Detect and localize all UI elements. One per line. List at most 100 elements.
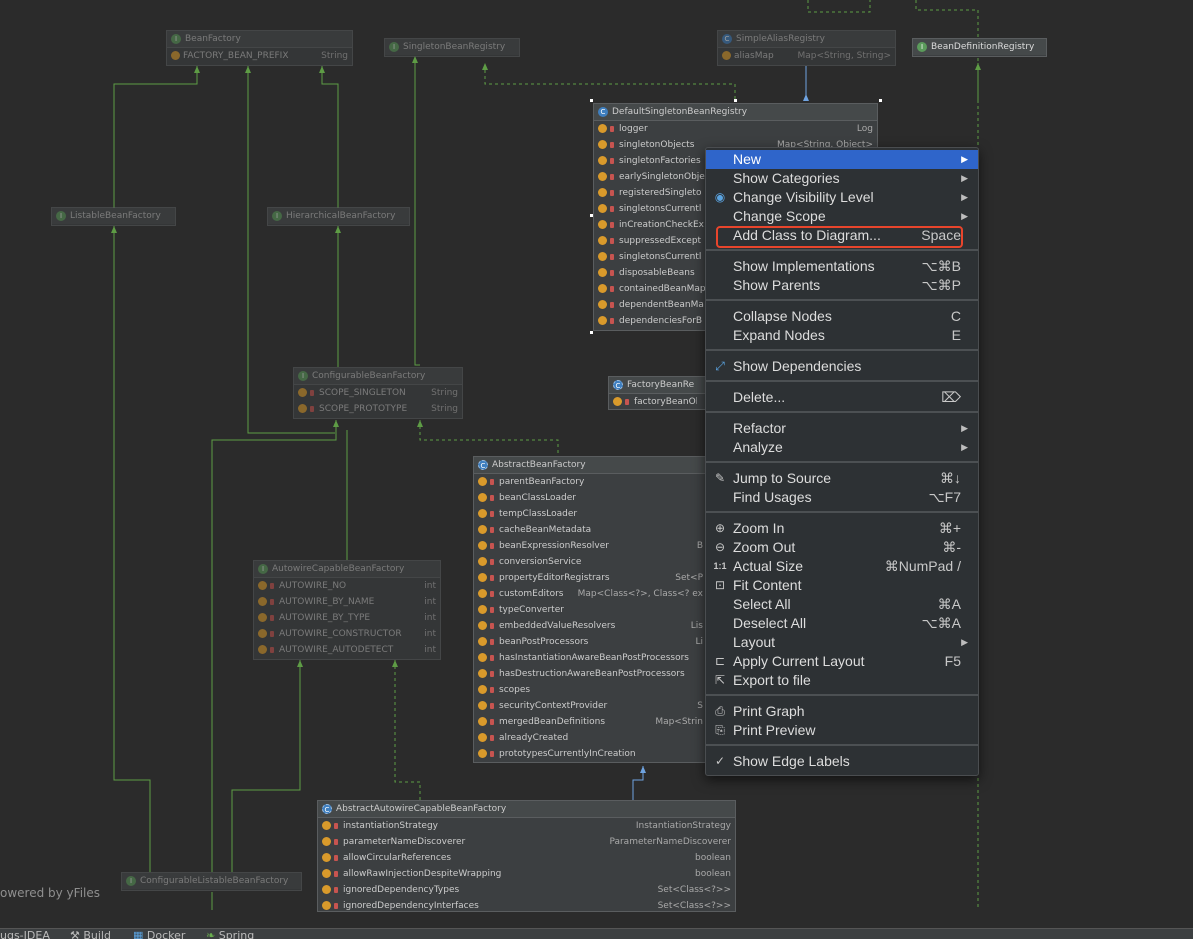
- field-row[interactable]: logger Log: [594, 121, 877, 137]
- menu-item-show-edge-labels[interactable]: ✓ Show Edge Labels: [706, 752, 978, 771]
- field-row[interactable]: mergedBeanDefinitions Map<Strin: [474, 714, 707, 730]
- menu-item-delete[interactable]: Delete... ⌦: [706, 388, 978, 407]
- diagram-canvas[interactable]: I BeanFactory FACTORY_BEAN_PREFIX String I…: [0, 0, 1193, 928]
- field-name: AUTOWIRE_AUTODETECT: [279, 645, 394, 655]
- field-icon: [478, 589, 487, 598]
- field-row[interactable]: SCOPE_PROTOTYPE String: [294, 401, 462, 417]
- field-row[interactable]: beanPostProcessors Li: [474, 634, 707, 650]
- menu-item-fit-content[interactable]: ⊡ Fit Content: [706, 576, 978, 595]
- private-lock-icon: [490, 655, 494, 661]
- node-bean-factory[interactable]: I BeanFactory FACTORY_BEAN_PREFIX String: [166, 30, 353, 66]
- menu-item-zoom-in[interactable]: ⊕ Zoom In ⌘+: [706, 519, 978, 538]
- context-menu[interactable]: New ▶ Show Categories ▶ ◉ Change Visibility L…: [705, 147, 979, 776]
- field-row[interactable]: AUTOWIRE_AUTODETECT int: [254, 642, 440, 658]
- node-configurable-listable-bean-factory[interactable]: I ConfigurableListableBeanFactory: [121, 872, 302, 891]
- field-row[interactable]: cacheBeanMetadata: [474, 522, 707, 538]
- menu-item-expand-nodes[interactable]: Expand Nodes E: [706, 326, 978, 345]
- menu-item-print-graph[interactable]: ⎙ Print Graph: [706, 702, 978, 721]
- field-icon: [258, 613, 267, 622]
- selection-handle[interactable]: [590, 99, 593, 102]
- field-row[interactable]: parentBeanFactory: [474, 474, 707, 490]
- menu-item-actual-size[interactable]: 1:1 Actual Size ⌘NumPad /: [706, 557, 978, 576]
- menu-item-show-categories[interactable]: Show Categories ▶: [706, 169, 978, 188]
- field-row[interactable]: AUTOWIRE_BY_TYPE int: [254, 610, 440, 626]
- field-row[interactable]: beanExpressionResolver B: [474, 538, 707, 554]
- menu-item-show-implementations[interactable]: Show Implementations ⌥⌘B: [706, 257, 978, 276]
- node-configurable-bean-factory[interactable]: I ConfigurableBeanFactory SCOPE_SINGLETON…: [293, 367, 463, 419]
- field-name: conversionService: [499, 557, 582, 567]
- menu-item-deselect-all[interactable]: Deselect All ⌥⌘A: [706, 614, 978, 633]
- menu-item-select-all[interactable]: Select All ⌘A: [706, 595, 978, 614]
- menu-item-zoom-out[interactable]: ⊖ Zoom Out ⌘-: [706, 538, 978, 557]
- menu-item-shortcut: E: [951, 327, 961, 343]
- menu-item-show-dependencies[interactable]: ⤢ Show Dependencies: [706, 357, 978, 376]
- menu-item-new[interactable]: New ▶: [706, 150, 978, 169]
- private-lock-icon: [490, 511, 494, 517]
- field-icon: [478, 637, 487, 646]
- node-abstract-autowire-capable-bean-factory[interactable]: C AbstractAutowireCapableBeanFactory inst…: [317, 800, 736, 912]
- export-icon: ⇱: [714, 673, 726, 687]
- menu-item-change-visibility-level[interactable]: ◉ Change Visibility Level ▶: [706, 188, 978, 207]
- field-row[interactable]: hasDestructionAwareBeanPostProcessors: [474, 666, 707, 682]
- node-hierarchical-bean-factory[interactable]: I HierarchicalBeanFactory: [267, 207, 410, 226]
- pencil-icon: ✎: [714, 471, 726, 485]
- field-icon: [478, 493, 487, 502]
- node-bean-definition-registry[interactable]: I BeanDefinitionRegistry: [912, 38, 1047, 57]
- field-row[interactable]: hasInstantiationAwareBeanPostProcessors: [474, 650, 707, 666]
- menu-item-print-preview[interactable]: ⎘ Print Preview: [706, 721, 978, 740]
- field-row[interactable]: conversionService: [474, 554, 707, 570]
- field-row[interactable]: parameterNameDiscoverer ParameterNameDisc…: [318, 834, 735, 850]
- field-type: String: [321, 51, 348, 61]
- selection-handle[interactable]: [590, 331, 593, 334]
- private-lock-icon: [490, 543, 494, 549]
- field-row[interactable]: factoryBeanOb: [609, 394, 707, 409]
- field-row[interactable]: beanClassLoader: [474, 490, 707, 506]
- field-row[interactable]: aliasMap Map<String, String>: [718, 48, 895, 64]
- field-row[interactable]: typeConverter: [474, 602, 707, 618]
- field-row[interactable]: AUTOWIRE_CONSTRUCTOR int: [254, 626, 440, 642]
- menu-item-collapse-nodes[interactable]: Collapse Nodes C: [706, 307, 978, 326]
- field-row[interactable]: securityContextProvider S: [474, 698, 707, 714]
- interface-icon: I: [126, 876, 136, 886]
- field-row[interactable]: ignoredDependencyTypes Set<Class<?>>: [318, 882, 735, 898]
- menu-item-find-usages[interactable]: Find Usages ⌥F7: [706, 488, 978, 507]
- field-row[interactable]: allowCircularReferences boolean: [318, 850, 735, 866]
- selection-handle[interactable]: [879, 99, 882, 102]
- menu-item-show-parents[interactable]: Show Parents ⌥⌘P: [706, 276, 978, 295]
- field-row[interactable]: propertyEditorRegistrars Set<P: [474, 570, 707, 586]
- field-type: Li: [695, 637, 703, 647]
- field-row[interactable]: SCOPE_SINGLETON String: [294, 385, 462, 401]
- node-factory-bean-registry[interactable]: C FactoryBeanRe factoryBeanOb: [608, 376, 708, 410]
- node-singleton-bean-registry[interactable]: I SingletonBeanRegistry: [384, 38, 520, 57]
- node-abstract-bean-factory[interactable]: C AbstractBeanFactory parentBeanFactory be…: [473, 456, 708, 763]
- field-row[interactable]: prototypesCurrentlyInCreation: [474, 746, 707, 762]
- menu-item-label: Change Scope: [733, 208, 826, 224]
- node-title: FactoryBeanRe: [627, 380, 695, 390]
- field-row[interactable]: scopes: [474, 682, 707, 698]
- selection-handle[interactable]: [734, 99, 737, 102]
- menu-item-layout[interactable]: Layout ▶: [706, 633, 978, 652]
- selection-handle[interactable]: [590, 214, 593, 217]
- private-lock-icon: [490, 735, 494, 741]
- field-row[interactable]: customEditors Map<Class<?>, Class<? ex: [474, 586, 707, 602]
- menu-item-shortcut: ⌥F7: [928, 489, 961, 505]
- field-row[interactable]: AUTOWIRE_BY_NAME int: [254, 594, 440, 610]
- node-listable-bean-factory[interactable]: I ListableBeanFactory: [51, 207, 176, 226]
- field-row[interactable]: AUTOWIRE_NO int: [254, 578, 440, 594]
- field-row[interactable]: tempClassLoader: [474, 506, 707, 522]
- menu-item-apply-current-layout[interactable]: ⊏ Apply Current Layout F5: [706, 652, 978, 671]
- field-row[interactable]: ignoredDependencyInterfaces Set<Class<?>>: [318, 898, 735, 911]
- node-simple-alias-registry[interactable]: C SimpleAliasRegistry aliasMap Map<String,…: [717, 30, 896, 66]
- zoom-in-icon: ⊕: [714, 521, 726, 535]
- field-row[interactable]: embeddedValueResolvers Lis: [474, 618, 707, 634]
- field-row[interactable]: allowRawInjectionDespiteWrapping boolean: [318, 866, 735, 882]
- menu-item-export-to-file[interactable]: ⇱ Export to file: [706, 671, 978, 690]
- menu-item-refactor[interactable]: Refactor ▶: [706, 419, 978, 438]
- field-row[interactable]: instantiationStrategy InstantiationStrate…: [318, 818, 735, 834]
- menu-item-jump-to-source[interactable]: ✎ Jump to Source ⌘↓: [706, 469, 978, 488]
- menu-item-analyze[interactable]: Analyze ▶: [706, 438, 978, 457]
- field-row[interactable]: alreadyCreated: [474, 730, 707, 746]
- field-row[interactable]: FACTORY_BEAN_PREFIX String: [167, 48, 352, 64]
- node-autowire-capable-bean-factory[interactable]: I AutowireCapableBeanFactory AUTOWIRE_NO i…: [253, 560, 441, 660]
- menu-item-change-scope[interactable]: Change Scope ▶: [706, 207, 978, 226]
